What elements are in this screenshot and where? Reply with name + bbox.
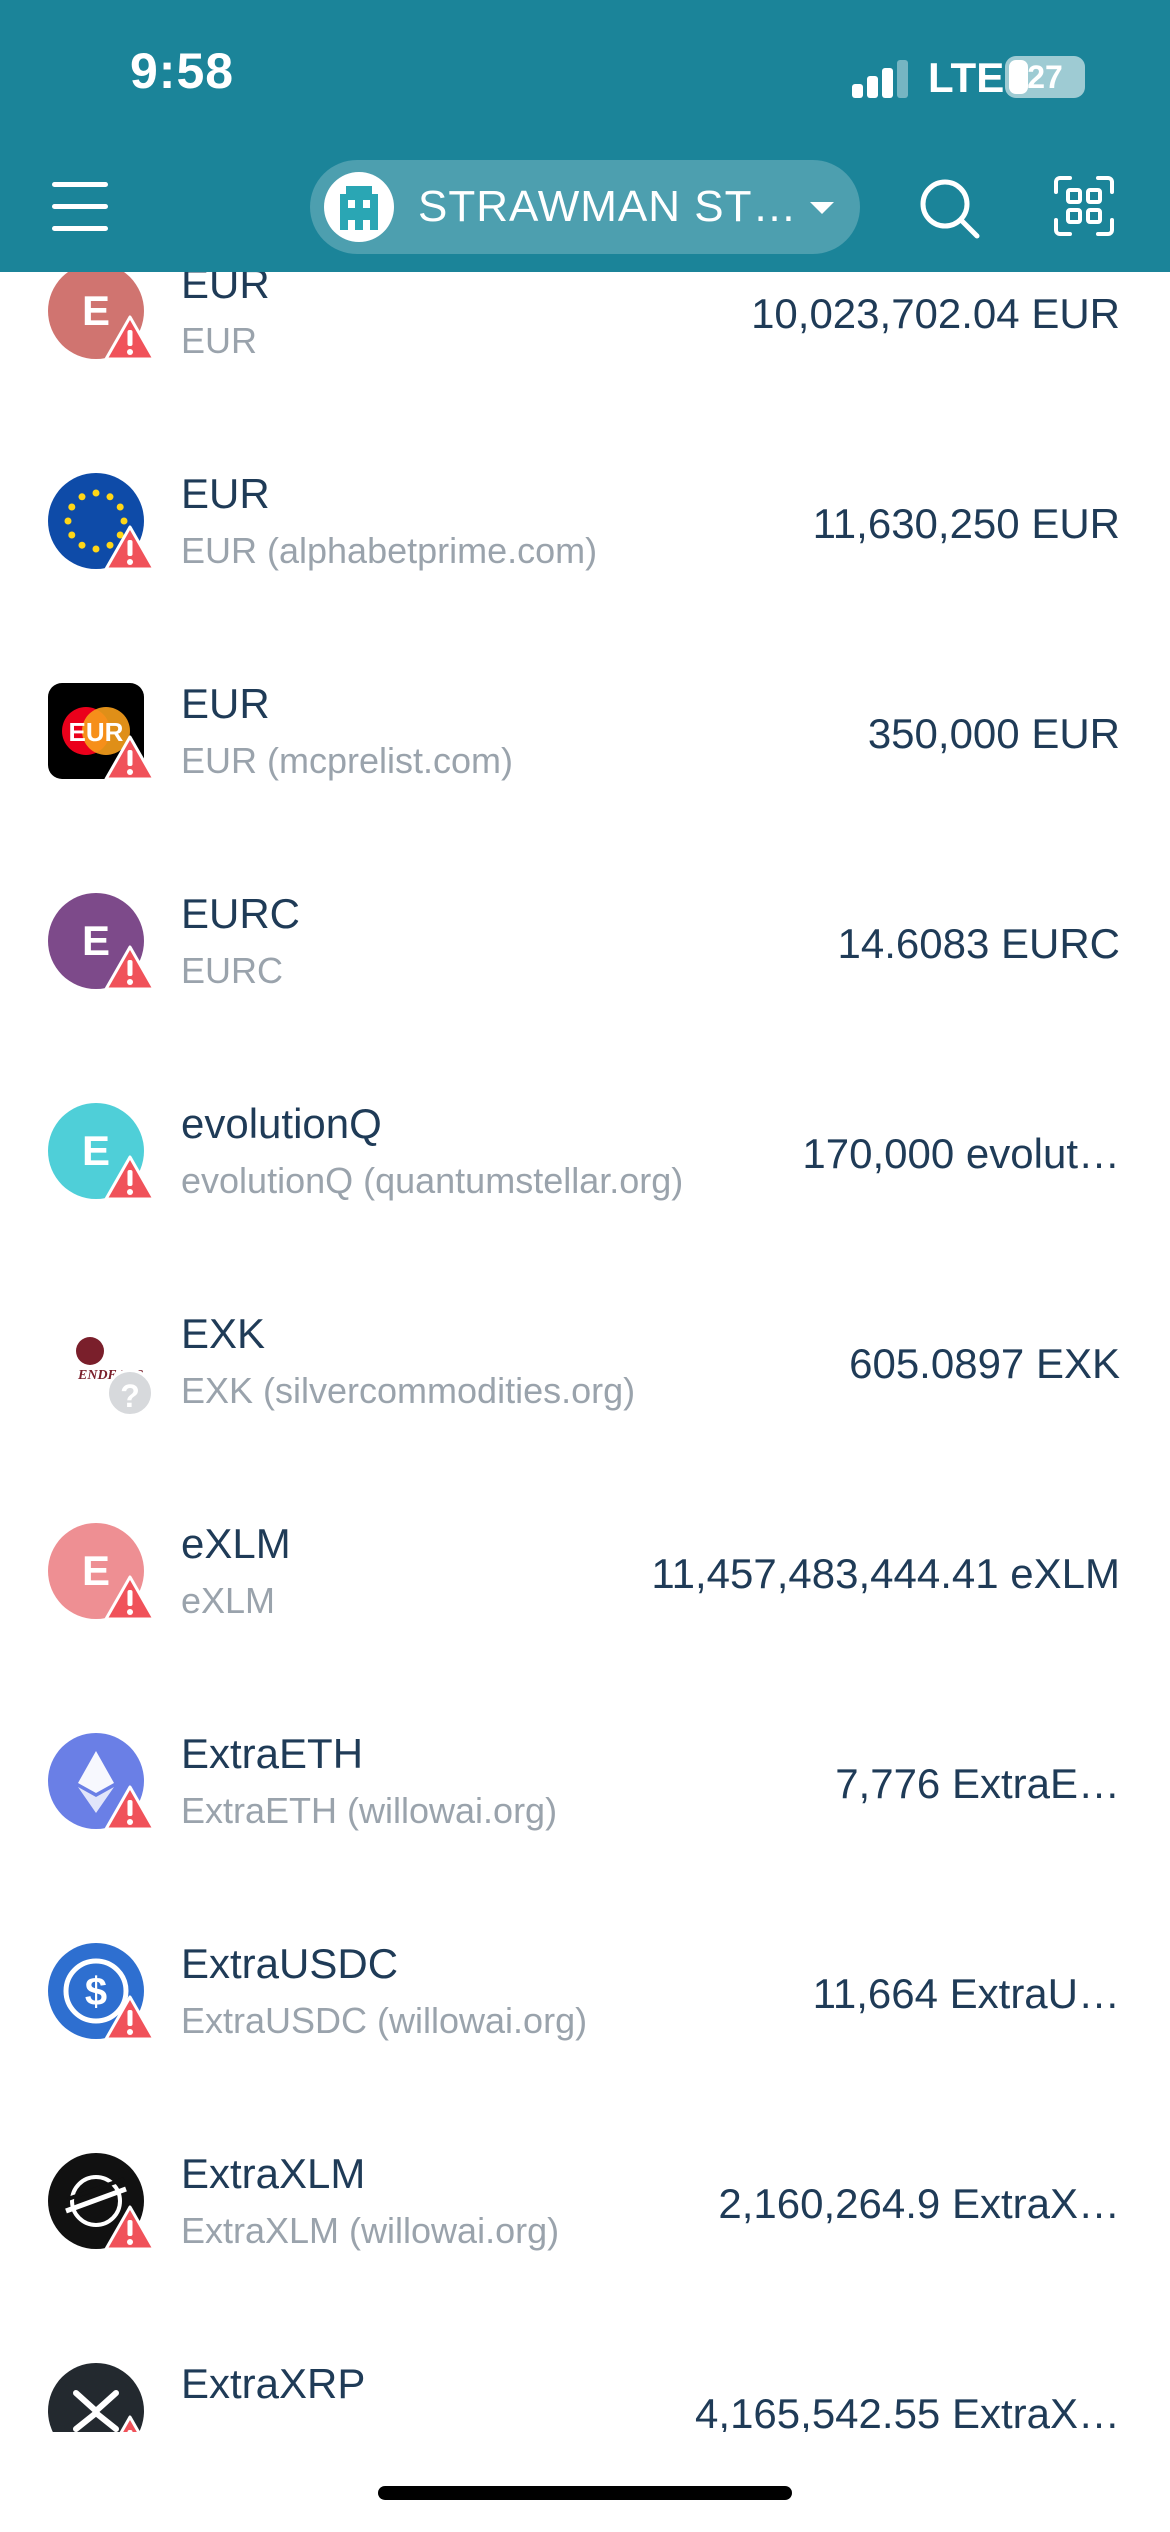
qr-scan-icon[interactable]	[1052, 174, 1116, 238]
account-switcher[interactable]: STRAWMAN ST…	[310, 160, 860, 254]
asset-code: EUR	[181, 272, 270, 307]
asset-balance: 170,000 evolut…	[802, 1130, 1120, 1177]
header-bar: STRAWMAN ST…	[0, 140, 1170, 272]
battery-nub	[1005, 56, 1085, 98]
asset-domain: EURC	[181, 950, 284, 991]
asset-balance: 11,664 ExtraU…	[812, 1970, 1120, 2017]
warning-icon	[104, 315, 156, 361]
asset-row[interactable]: EeXLM eXLM 11,457,483,444.41 eXLM	[0, 1500, 1170, 1710]
menu-icon[interactable]	[52, 180, 114, 234]
asset-domain: EUR	[181, 320, 258, 361]
asset-balance: 7,776 ExtraE…	[835, 1760, 1120, 1807]
question-mark-icon: ?	[106, 1369, 154, 1417]
home-indicator	[378, 2486, 792, 2500]
asset-list[interactable]: E EUR EUR 10,023,702.04 EUR EUR EUR (alphabet…	[0, 272, 1170, 2432]
asset-balance: 11,630,250 EUR	[812, 500, 1120, 547]
endeavour-logo-icon: ENDEAVO?	[48, 1313, 158, 1423]
stellar-icon	[48, 2153, 158, 2263]
warning-icon	[104, 735, 156, 781]
usdc-icon: $	[48, 1943, 158, 2053]
mastercard-eur-icon: EUR	[48, 683, 158, 793]
ethereum-icon	[48, 1733, 158, 1843]
asset-code: ExtraETH	[181, 1730, 364, 1777]
asset-row[interactable]: EevolutionQ evolutionQ (quantumstellar.or…	[0, 1080, 1170, 1290]
warning-icon	[104, 525, 156, 571]
asset-row[interactable]: EUR EUR EUR (mcprelist.com) 350,000 EUR	[0, 660, 1170, 870]
asset-code: EUR	[181, 470, 270, 517]
asset-code: ExtraXLM	[181, 2150, 366, 2197]
asset-domain: EUR (alphabetprime.com)	[181, 530, 598, 571]
warning-icon	[104, 1575, 156, 1621]
warning-icon	[104, 2205, 156, 2251]
asset-row[interactable]: E EURC EURC 14.6083 EURC	[0, 870, 1170, 1080]
search-icon[interactable]	[915, 174, 985, 244]
asset-code: ExtraXRP	[181, 2360, 366, 2407]
warning-icon	[104, 1155, 156, 1201]
asset-domain: eXLM	[181, 1580, 276, 1621]
asset-balance: 350,000 EUR	[867, 710, 1120, 757]
asset-row[interactable]: EUR EUR (alphabetprime.com) 11,630,250 EUR	[0, 450, 1170, 660]
asset-code: EUR	[181, 680, 270, 727]
asset-domain: EUR (mcprelist.com)	[181, 740, 514, 781]
asset-domain: evolutionQ (quantumstellar.org)	[181, 1160, 684, 1201]
asset-domain: ExtraUSDC (willowai.org)	[181, 2000, 588, 2041]
warning-icon	[104, 1995, 156, 2041]
warning-icon	[104, 945, 156, 991]
letter-avatar: E	[48, 1523, 158, 1633]
letter-avatar: E	[48, 1103, 158, 1213]
status-bar: 9:58 LTE 27	[0, 0, 1170, 140]
eu-flag-icon	[48, 473, 158, 583]
asset-balance: 14.6083 EURC	[837, 920, 1121, 967]
xrp-icon	[48, 2363, 158, 2432]
asset-domain: EXK (silvercommodities.org)	[181, 1370, 636, 1411]
network-type: LTE	[928, 54, 1005, 101]
asset-code: ExtraUSDC	[181, 1940, 399, 1987]
asset-domain: ExtraXLM (willowai.org)	[181, 2210, 560, 2251]
warning-icon	[104, 2415, 156, 2432]
asset-code: EURC	[181, 890, 301, 937]
asset-balance: 4,165,542.55 ExtraX…	[695, 2390, 1120, 2432]
asset-balance: 2,160,264.9 ExtraX…	[718, 2180, 1120, 2227]
cellular-signal-icon	[852, 58, 912, 98]
asset-code: eXLM	[181, 1520, 291, 1567]
asset-row[interactable]: ExtraETH ExtraETH (willowai.org) 7,776 Ext…	[0, 1710, 1170, 1920]
asset-domain: ExtraETH (willowai.org)	[181, 1790, 558, 1831]
status-time: 9:58	[130, 43, 235, 99]
asset-row[interactable]: E EUR EUR 10,023,702.04 EUR	[0, 272, 1170, 450]
asset-balance: 10,023,702.04 EUR	[751, 290, 1120, 337]
warning-icon	[104, 1785, 156, 1831]
asset-row[interactable]: ExtraXRP 4,165,542.55 ExtraX…	[0, 2340, 1170, 2432]
asset-balance: 605.0897 EXK	[849, 1340, 1120, 1387]
letter-avatar: E	[48, 272, 158, 373]
asset-code: EXK	[181, 1310, 266, 1357]
asset-row[interactable]: ExtraXLM ExtraXLM (willowai.org) 2,160,264…	[0, 2130, 1170, 2340]
letter-avatar: E	[48, 893, 158, 1003]
chevron-down-icon	[810, 202, 834, 214]
account-avatar-icon	[324, 172, 394, 242]
asset-row[interactable]: ENDEAVO? EXK EXK (silvercommodities.org) 60…	[0, 1290, 1170, 1500]
asset-row[interactable]: $ ExtraUSDC ExtraUSDC (willowai.org) 11,664…	[0, 1920, 1170, 2130]
asset-balance: 11,457,483,444.41 eXLM	[651, 1550, 1120, 1597]
asset-code: evolutionQ	[181, 1100, 382, 1147]
account-name: STRAWMAN ST…	[418, 182, 798, 231]
